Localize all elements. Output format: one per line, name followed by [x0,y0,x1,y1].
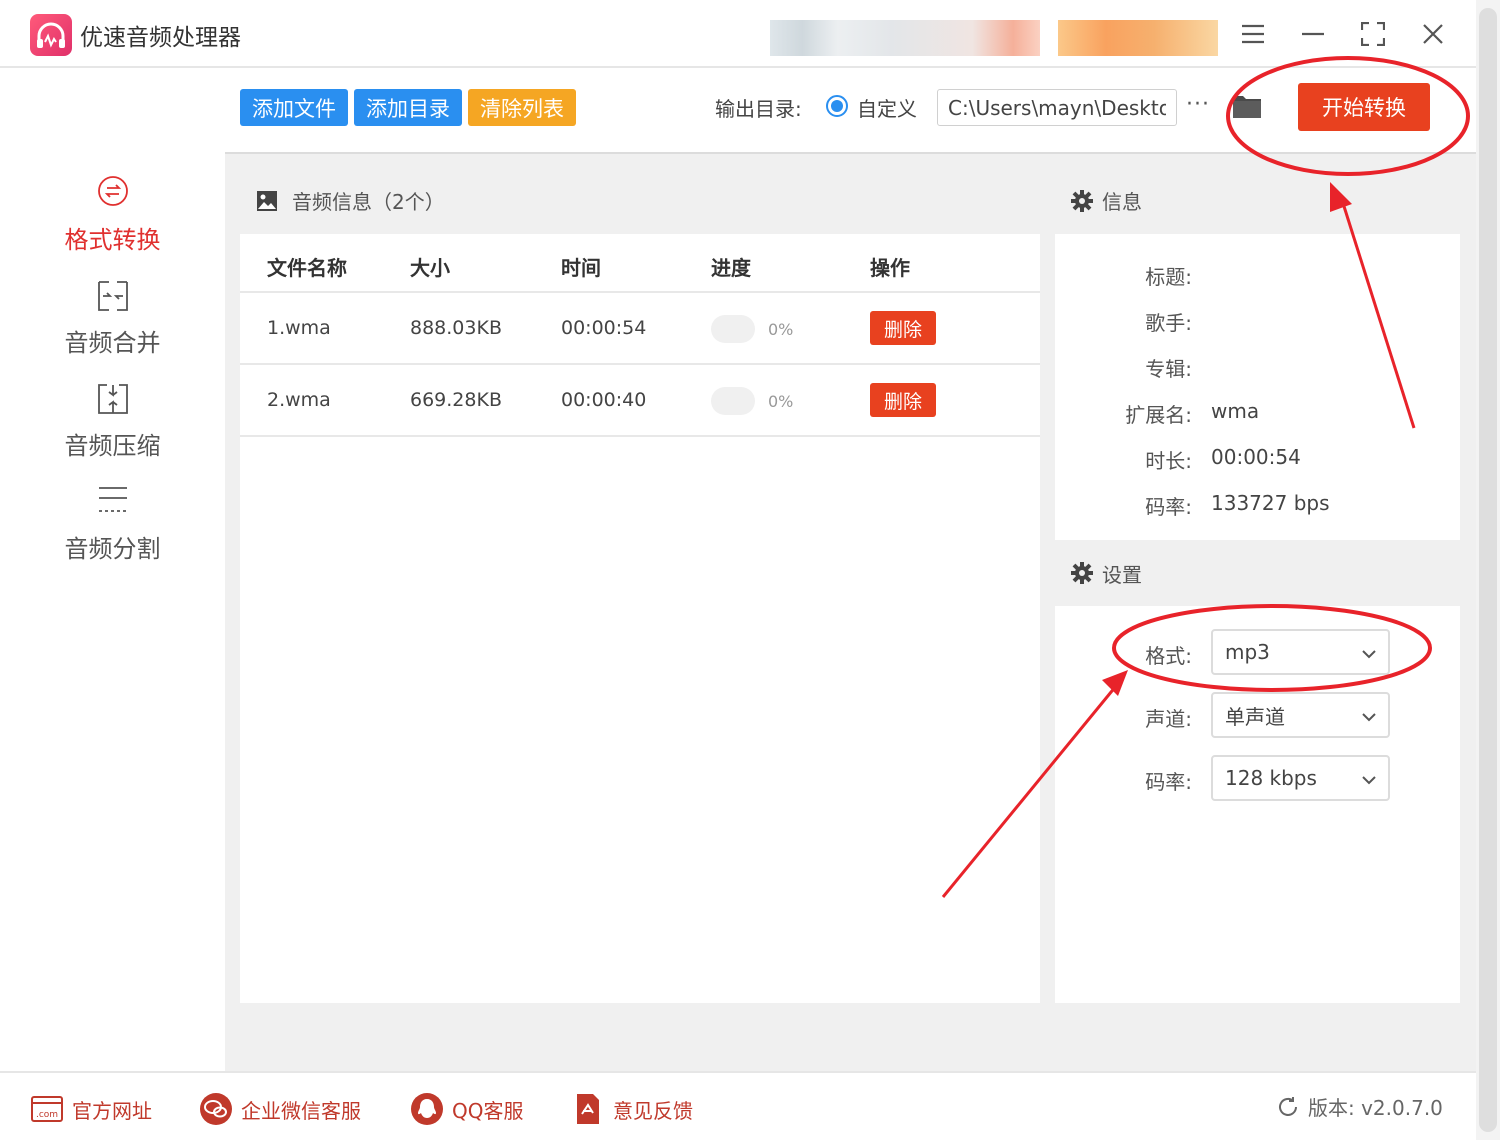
settings-panel-title: 设置 [1102,563,1142,587]
qq-icon [410,1092,444,1126]
add-directory-button[interactable]: 添加目录 [354,89,462,126]
footer-link-feedback[interactable]: 意见反馈 [571,1092,693,1126]
close-icon[interactable] [1413,14,1453,54]
refresh-icon [1276,1095,1300,1119]
info-label-title: 标题: [1145,265,1192,289]
chevron-down-icon [1362,640,1376,664]
minimize-icon[interactable] [1293,14,1333,54]
row-time: 00:00:40 [561,389,647,411]
footer-link-wechat-service[interactable]: 企业微信客服 [199,1092,361,1126]
setting-label-bitrate: 码率: [1145,770,1192,794]
progress-bar [711,387,755,415]
progress-percent: 0% [768,320,794,339]
progress-percent: 0% [768,392,794,411]
audio-split-icon [95,485,131,521]
sidebar-item-audio-split[interactable]: 音频分割 [0,485,225,585]
channel-select-value: 单声道 [1225,704,1285,729]
setting-label-channel: 声道: [1145,707,1192,731]
sidebar-item-format-convert[interactable]: 格式转换 [0,176,225,276]
start-convert-button[interactable]: 开始转换 [1298,83,1430,131]
channel-select[interactable]: 单声道 [1211,692,1390,738]
row-filename: 1.wma [267,317,331,339]
delete-button[interactable]: 删除 [870,311,936,345]
format-convert-icon [95,176,131,212]
app-logo-icon [30,14,72,56]
sidebar-item-label: 音频分割 [64,535,161,563]
info-label-extension: 扩展名: [1125,403,1192,427]
custom-dir-label[interactable]: 自定义 [857,93,917,122]
footer-link-label: 企业微信客服 [241,1098,361,1123]
row-size: 669.28KB [410,389,502,411]
audio-merge-icon [95,279,131,315]
info-panel-title: 信息 [1102,190,1142,214]
footer-link-label: 官方网址 [72,1098,152,1123]
output-path-input[interactable] [937,89,1177,126]
version-info[interactable]: 版本: v2.0.7.0 [1276,1092,1443,1121]
info-label-album: 专辑: [1145,357,1192,381]
clear-list-button[interactable]: 清除列表 [468,89,576,126]
svg-text:.com: .com [36,1110,58,1120]
progress-bar [711,315,755,343]
column-header-filename: 文件名称 [267,256,347,280]
sidebar-item-audio-compress[interactable]: 音频压缩 [0,382,225,482]
audio-panel-title: 音频信息（2个） [292,190,445,214]
sidebar-item-label: 音频压缩 [64,432,161,460]
info-label-bitrate: 码率: [1145,495,1192,519]
image-icon [256,190,278,212]
footer-link-website[interactable]: .com 官方网址 [30,1092,152,1126]
feedback-icon [571,1092,605,1126]
delete-button[interactable]: 删除 [870,383,936,417]
chevron-down-icon [1362,703,1376,727]
menu-icon[interactable] [1233,14,1273,54]
custom-dir-radio[interactable] [826,95,848,117]
info-label-artist: 歌手: [1145,311,1192,335]
row-divider [240,435,1040,437]
column-header-progress: 进度 [711,256,751,280]
column-header-action: 操作 [870,256,910,280]
row-filename: 2.wma [267,389,331,411]
footer-link-qq-service[interactable]: QQ客服 [410,1092,523,1126]
wechat-service-icon [199,1092,233,1126]
audio-compress-icon [95,382,131,418]
blurred-vip-badge [1058,20,1218,56]
open-folder-icon[interactable] [1232,92,1262,120]
format-select-value: mp3 [1225,640,1270,664]
info-value-extension: wma [1211,399,1260,423]
info-value-bitrate: 133727 bps [1211,491,1330,515]
sidebar-item-label: 音频合并 [64,329,161,357]
bitrate-select-value: 128 kbps [1225,766,1317,790]
setting-label-format: 格式: [1145,644,1192,668]
version-label: 版本: v2.0.7.0 [1308,1096,1443,1120]
info-value-duration: 00:00:54 [1211,445,1301,469]
format-select[interactable]: mp3 [1211,629,1390,675]
sidebar-item-label: 格式转换 [64,226,161,254]
fullscreen-icon[interactable] [1353,14,1393,54]
row-size: 888.03KB [410,317,502,339]
more-options-button[interactable]: ··· [1186,92,1210,117]
blurred-account-area [770,20,1040,56]
row-time: 00:00:54 [561,317,647,339]
footer-link-label: 意见反馈 [613,1098,693,1123]
gear-icon [1071,562,1093,584]
sidebar-item-audio-merge[interactable]: 音频合并 [0,279,225,379]
output-directory-label: 输出目录: [715,97,802,121]
gear-icon [1071,190,1093,212]
column-header-size: 大小 [410,256,450,280]
footer-link-label: QQ客服 [452,1098,524,1123]
website-icon: .com [30,1092,64,1126]
chevron-down-icon [1362,766,1376,790]
scrollbar-thumb[interactable] [1479,8,1497,1132]
add-file-button[interactable]: 添加文件 [240,89,348,126]
info-label-duration: 时长: [1145,449,1192,473]
app-title: 优速音频处理器 [80,25,241,51]
column-header-time: 时间 [561,256,601,280]
bitrate-select[interactable]: 128 kbps [1211,755,1390,801]
